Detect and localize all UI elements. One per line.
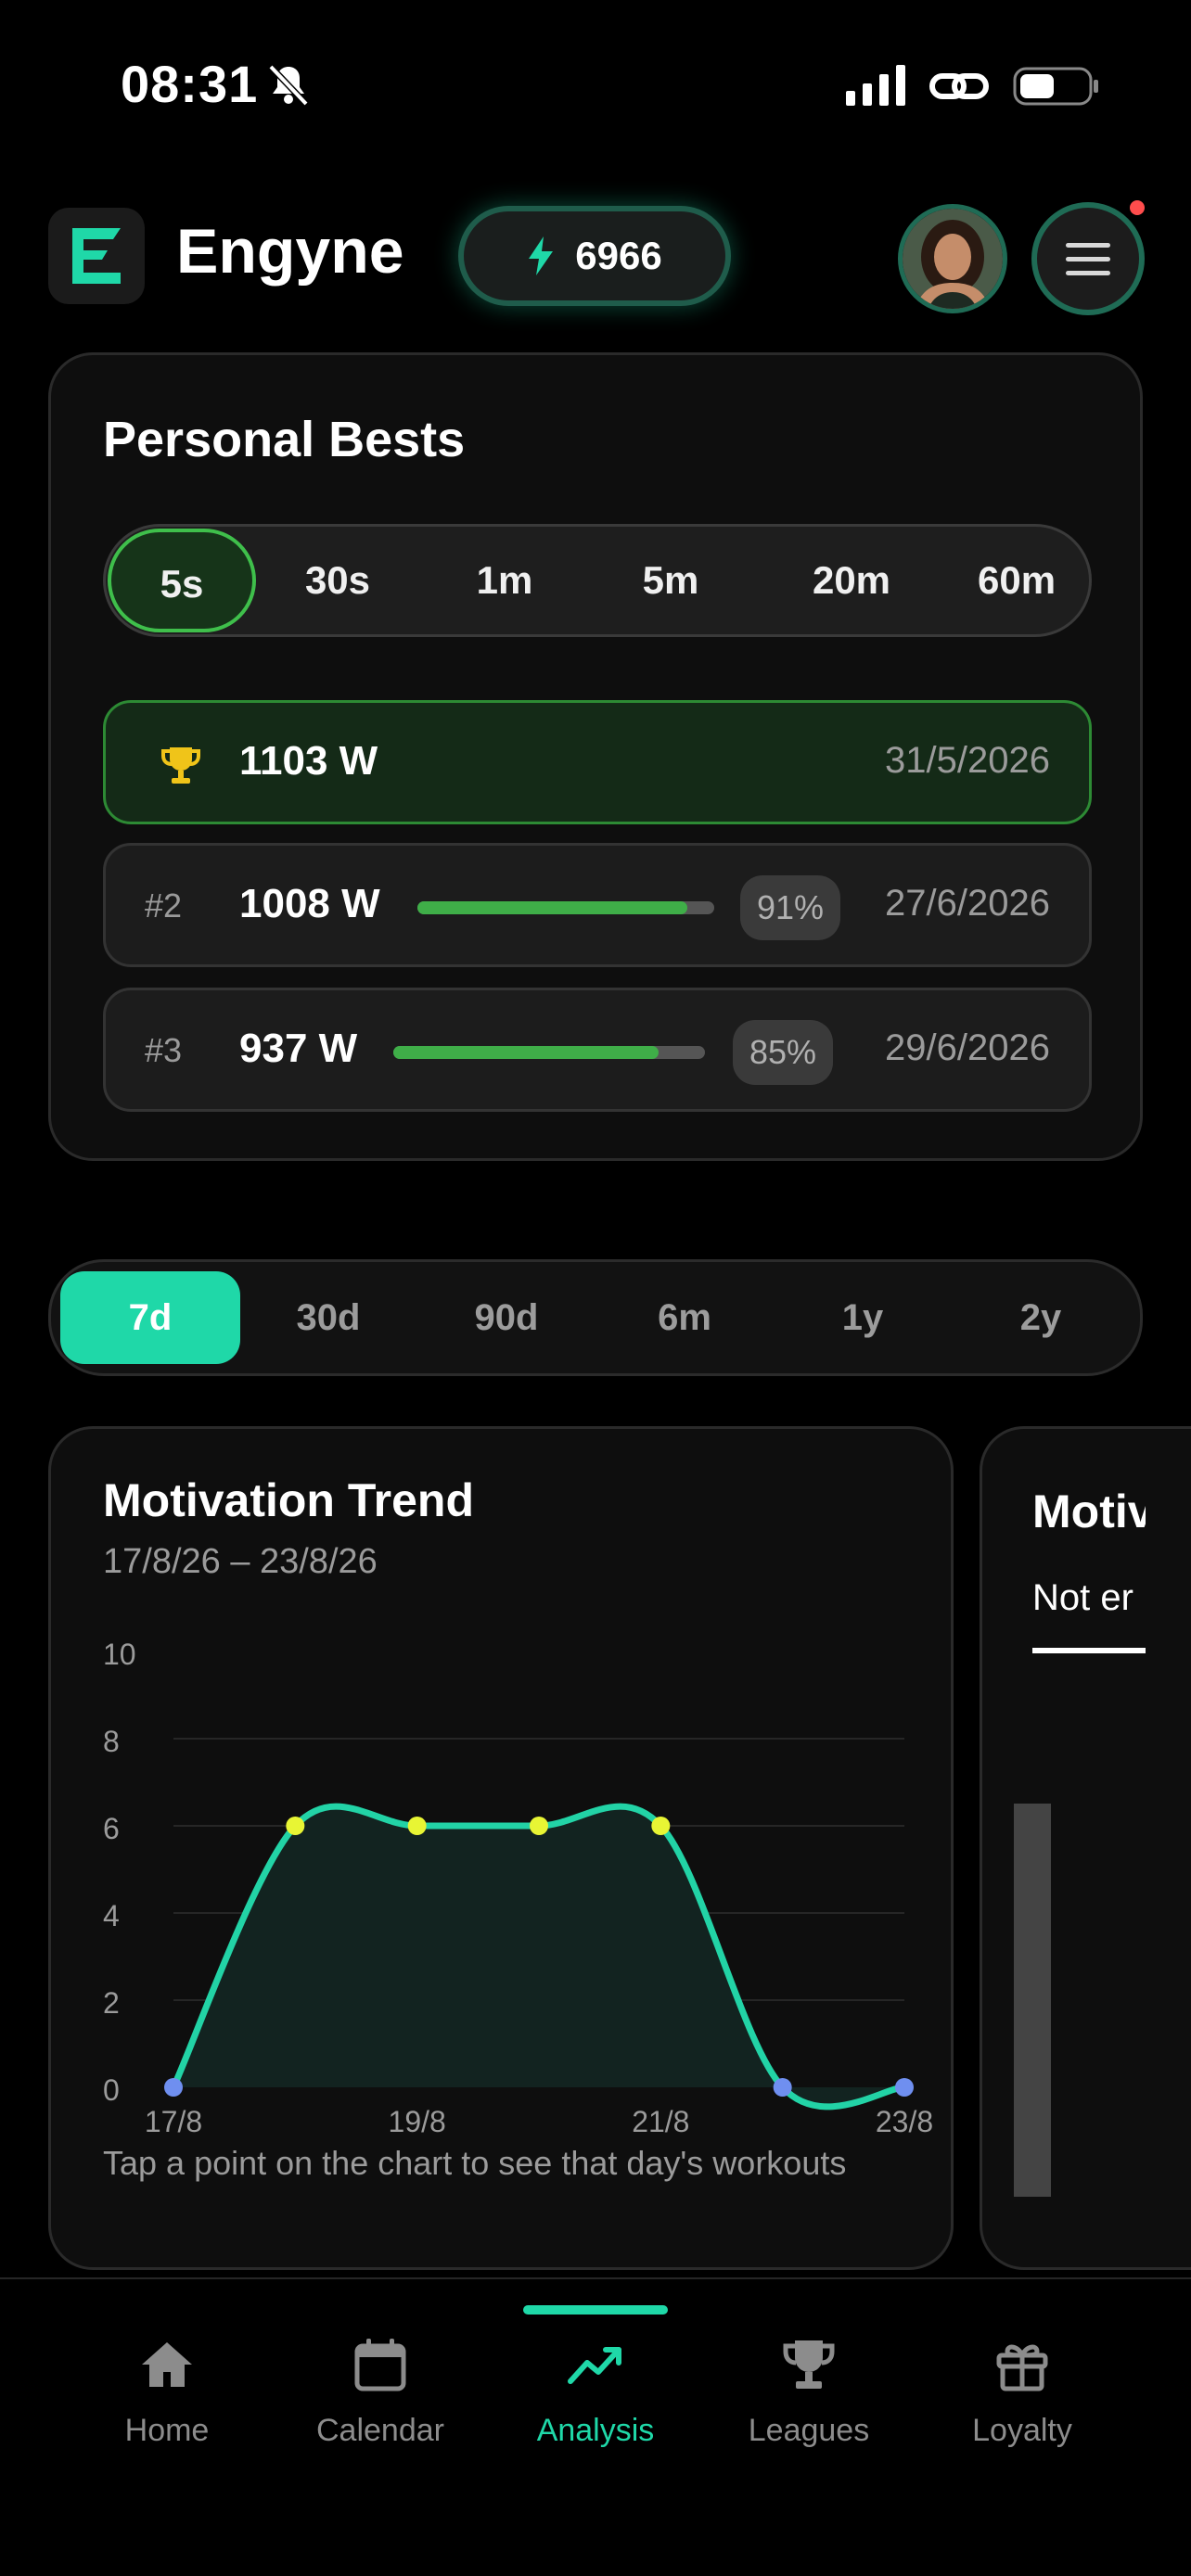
duration-tab-20m[interactable]: 20m xyxy=(788,527,915,634)
best-progress-fill xyxy=(393,1046,659,1059)
nav-leagues[interactable]: Leagues xyxy=(716,2335,902,2474)
link-icon xyxy=(929,73,989,99)
best-watts: 937 W xyxy=(239,1026,358,1071)
best-watts: 1008 W xyxy=(239,881,380,926)
nav-label: Analysis xyxy=(536,2413,655,2448)
duration-tabs: 5s 30s 1m 5m 20m 60m xyxy=(103,524,1092,637)
nav-label: Loyalty xyxy=(972,2413,1072,2448)
points-value: 6966 xyxy=(575,234,662,277)
tab-underline xyxy=(1032,1648,1146,1653)
motivation-card-2-title: Motiv xyxy=(1032,1486,1146,1537)
menu-button[interactable] xyxy=(1031,202,1145,315)
motivation-card-2-tab[interactable]: Not er xyxy=(1032,1577,1133,1619)
status-bar: 08:31 xyxy=(0,0,1191,176)
best-progress-bar xyxy=(417,901,714,914)
best-row-1[interactable]: 1103 W 31/5/2026 xyxy=(103,700,1092,824)
best-rank: #2 xyxy=(145,886,183,925)
nav-label: Home xyxy=(124,2413,210,2448)
motivation-chart[interactable]: 0 2 4 6 8 10 17/8 19/8 21/8 23/8 xyxy=(51,1577,956,2171)
lightning-bolt-icon xyxy=(529,236,554,275)
motivation-card-2[interactable]: Motiv Not er xyxy=(980,1426,1191,2270)
best-progress-fill xyxy=(417,901,688,914)
chart-point[interactable] xyxy=(286,1817,305,1835)
y-tick-label: 4 xyxy=(103,1899,120,1932)
chart-point[interactable] xyxy=(773,2078,792,2097)
best-watts: 1103 W xyxy=(239,738,378,784)
bottom-nav: Home Calendar Analysis Leagues Loyalty xyxy=(0,2277,1191,2576)
personal-bests-card: Personal Bests 5s 30s 1m 5m 20m 60m 1103… xyxy=(48,352,1143,1161)
y-tick-label: 0 xyxy=(103,2073,120,2107)
user-avatar[interactable] xyxy=(898,204,1007,313)
best-rank: #3 xyxy=(145,1031,183,1069)
chart-bar xyxy=(1014,1804,1051,2197)
duration-tab-1m[interactable]: 1m xyxy=(458,527,551,634)
best-progress-bar xyxy=(393,1046,705,1059)
nav-active-indicator xyxy=(523,2305,668,2315)
trophy-icon xyxy=(161,747,200,784)
notification-dot xyxy=(1130,200,1145,215)
period-tab-2y[interactable]: 2y xyxy=(951,1271,1131,1364)
best-row-3[interactable]: #3 937 W 85% 29/6/2026 xyxy=(103,988,1092,1112)
x-tick-label: 23/8 xyxy=(876,2105,933,2138)
y-tick-label: 8 xyxy=(103,1725,120,1758)
bell-off-icon xyxy=(268,64,309,107)
cellular-signal-icon xyxy=(846,65,905,106)
trophy-icon xyxy=(783,2340,835,2389)
duration-tab-5s[interactable]: 5s xyxy=(108,529,256,632)
best-date: 29/6/2026 xyxy=(885,1027,1050,1068)
app-logo[interactable] xyxy=(48,208,145,304)
trend-icon xyxy=(568,2347,621,2384)
battery-icon xyxy=(1013,67,1098,106)
chart-point[interactable] xyxy=(407,1817,427,1835)
menu-icon xyxy=(1066,242,1110,248)
y-tick-label: 10 xyxy=(103,1638,136,1671)
x-tick-label: 21/8 xyxy=(632,2105,689,2138)
chart-point[interactable] xyxy=(895,2078,914,2097)
status-time: 08:31 xyxy=(121,55,259,113)
period-tab-6m[interactable]: 6m xyxy=(595,1271,775,1364)
duration-tab-30s[interactable]: 30s xyxy=(282,527,393,634)
best-date: 27/6/2026 xyxy=(885,883,1050,924)
chart-area-fill xyxy=(173,1806,904,2107)
best-percent: 85% xyxy=(733,1020,834,1085)
app-title: Engyne xyxy=(176,216,404,287)
home-icon xyxy=(142,2342,192,2387)
nav-loyalty[interactable]: Loyalty xyxy=(929,2335,1115,2474)
best-row-2[interactable]: #2 1008 W 91% 27/6/2026 xyxy=(103,843,1092,967)
personal-bests-title: Personal Bests xyxy=(103,412,466,467)
period-tab-90d[interactable]: 90d xyxy=(416,1271,596,1364)
period-tab-7d[interactable]: 7d xyxy=(60,1271,240,1364)
motivation-hint: Tap a point on the chart to see that day… xyxy=(103,2144,847,2182)
nav-home[interactable]: Home xyxy=(74,2335,260,2474)
nav-label: Calendar xyxy=(316,2413,444,2448)
gift-icon xyxy=(996,2344,1048,2391)
y-tick-label: 2 xyxy=(103,1986,120,2020)
duration-tab-5m[interactable]: 5m xyxy=(620,527,722,634)
best-date: 31/5/2026 xyxy=(885,740,1050,781)
motivation-date-range: 17/8/26 – 23/8/26 xyxy=(103,1542,378,1581)
avatar-photo xyxy=(903,209,1003,309)
calendar-icon xyxy=(354,2339,406,2391)
points-badge[interactable]: 6966 xyxy=(458,206,731,306)
nav-analysis[interactable]: Analysis xyxy=(503,2335,688,2474)
period-tab-30d[interactable]: 30d xyxy=(238,1271,418,1364)
y-tick-label: 6 xyxy=(103,1812,120,1845)
period-tabs: 7d 30d 90d 6m 1y 2y xyxy=(48,1259,1143,1376)
best-percent: 91% xyxy=(740,875,841,940)
motivation-title: Motivation Trend xyxy=(103,1474,474,1526)
engyne-logo-icon xyxy=(72,228,121,284)
nav-calendar[interactable]: Calendar xyxy=(288,2335,473,2474)
period-tab-1y[interactable]: 1y xyxy=(773,1271,953,1364)
motivation-trend-card: Motivation Trend 17/8/26 – 23/8/26 0 2 4 6 8… xyxy=(48,1426,954,2270)
duration-tab-60m[interactable]: 60m xyxy=(978,527,1089,634)
x-tick-label: 17/8 xyxy=(145,2105,202,2138)
x-tick-label: 19/8 xyxy=(389,2105,446,2138)
chart-point[interactable] xyxy=(164,2078,183,2097)
chart-point[interactable] xyxy=(651,1817,671,1835)
nav-label: Leagues xyxy=(748,2413,870,2448)
chart-point[interactable] xyxy=(530,1817,548,1835)
